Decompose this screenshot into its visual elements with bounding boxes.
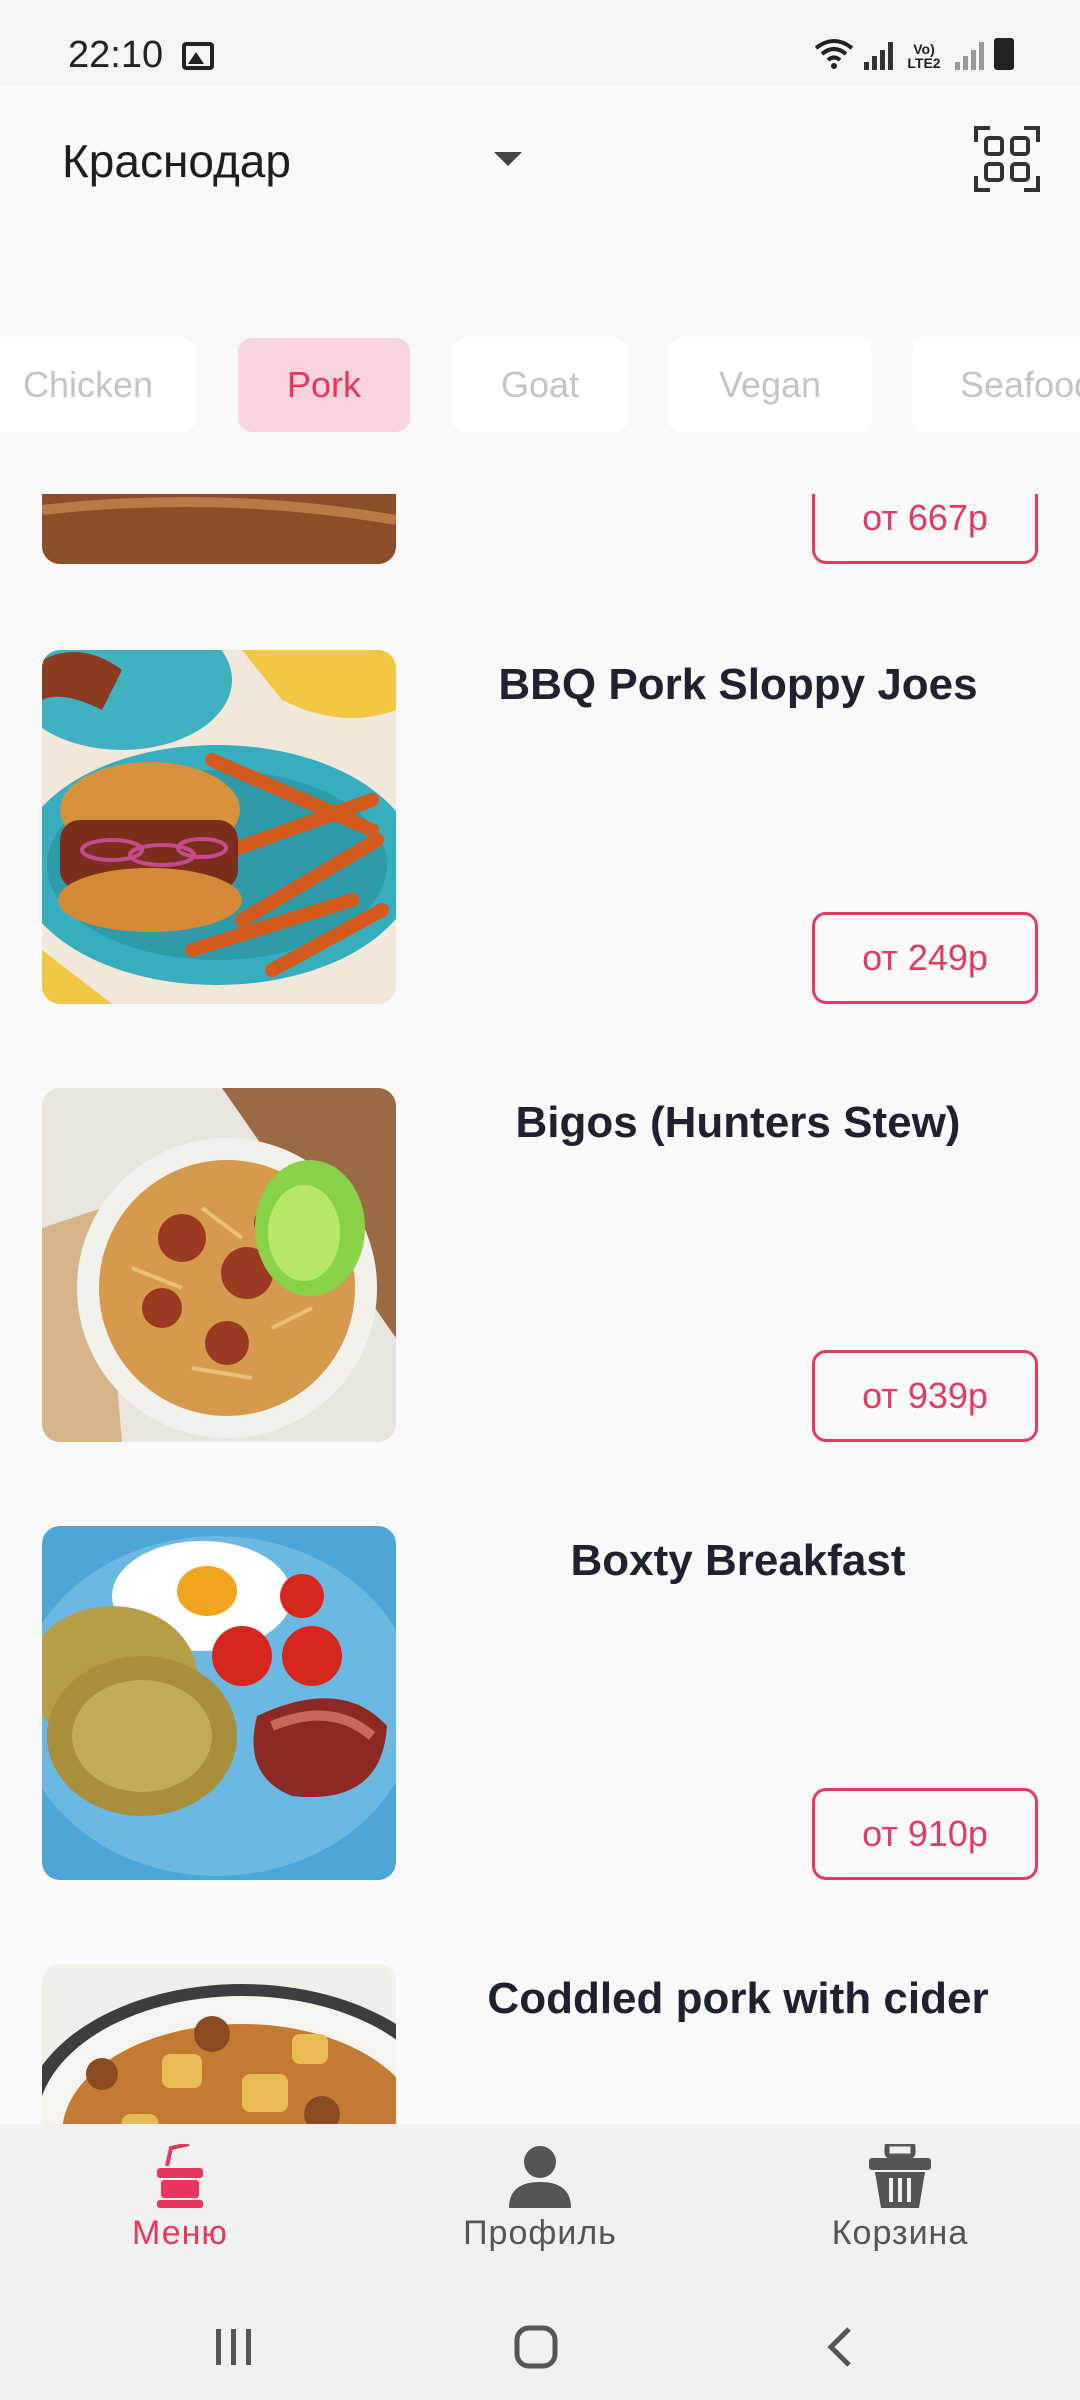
product-card[interactable]: от 667р [0,494,1080,564]
nav-label-cart: Корзина [831,2214,969,2252]
product-image [42,650,396,1004]
nav-tab-profile[interactable]: Профиль [420,2144,660,2274]
price-button[interactable]: от 910р [812,1788,1038,1880]
bottom-navigation: Меню Профиль Корзина [0,2124,1080,2290]
wifi-icon [814,39,854,69]
gallery-notification-icon [182,42,214,70]
product-card[interactable]: Bigos (Hunters Stew) от 939р [0,1088,1080,1442]
price-button[interactable]: от 667р [812,494,1038,564]
battery-icon [994,38,1014,70]
signal-2-icon [955,40,984,70]
chevron-down-icon[interactable] [494,152,522,166]
product-card[interactable]: Coddled pork with cider [0,1964,1080,2124]
person-icon [509,2146,571,2208]
back-icon[interactable] [800,2312,880,2382]
product-image [42,1964,396,2124]
nav-label-profile: Профиль [463,2214,617,2252]
product-title: Boxty Breakfast [570,1536,906,1585]
basket-icon [869,2144,931,2208]
category-chip-goat[interactable]: Goat [452,338,628,432]
product-title: Coddled pork with cider [487,1974,989,2023]
product-title: Bigos (Hunters Stew) [515,1098,961,1147]
nav-tab-cart[interactable]: Корзина [780,2144,1020,2274]
product-title: BBQ Pork Sloppy Joes [498,660,978,709]
signal-icon [864,40,893,70]
city-selector[interactable]: Краснодар [62,134,291,188]
product-list: от 667р BBQ Pork Sloppy Joes от 249р Big… [0,494,1080,2124]
category-chip-pork[interactable]: Pork [238,338,410,432]
qr-code-icon[interactable] [974,126,1040,192]
nav-tab-menu[interactable]: Меню [60,2144,300,2274]
recent-apps-icon[interactable] [194,2312,274,2382]
category-chip-chicken[interactable]: Chicken [0,338,196,432]
product-image [42,1088,396,1442]
product-image [42,1526,396,1880]
product-image [42,494,396,564]
menu-drink-icon [157,2144,203,2208]
product-card[interactable]: Boxty Breakfast от 910р [0,1526,1080,1880]
category-chip-seafood[interactable]: Seafood [912,338,1080,432]
status-icons: Vo) LTE2 [814,36,1014,70]
category-tabs: Chicken Pork Goat Vegan Seafood [0,338,1080,432]
app-header: Краснодар [0,86,1080,306]
category-chip-vegan[interactable]: Vegan [668,338,872,432]
nav-label-menu: Меню [132,2214,228,2252]
price-button[interactable]: от 249р [812,912,1038,1004]
price-button[interactable]: от 939р [812,1350,1038,1442]
status-time: 22:10 [68,34,164,76]
status-bar: 22:10 Vo) LTE2 [0,0,1080,86]
product-card[interactable]: BBQ Pork Sloppy Joes от 249р [0,650,1080,1004]
home-icon[interactable] [496,2312,576,2382]
system-navigation-bar [0,2290,1080,2400]
network-type-label: Vo) LTE2 [907,41,941,71]
